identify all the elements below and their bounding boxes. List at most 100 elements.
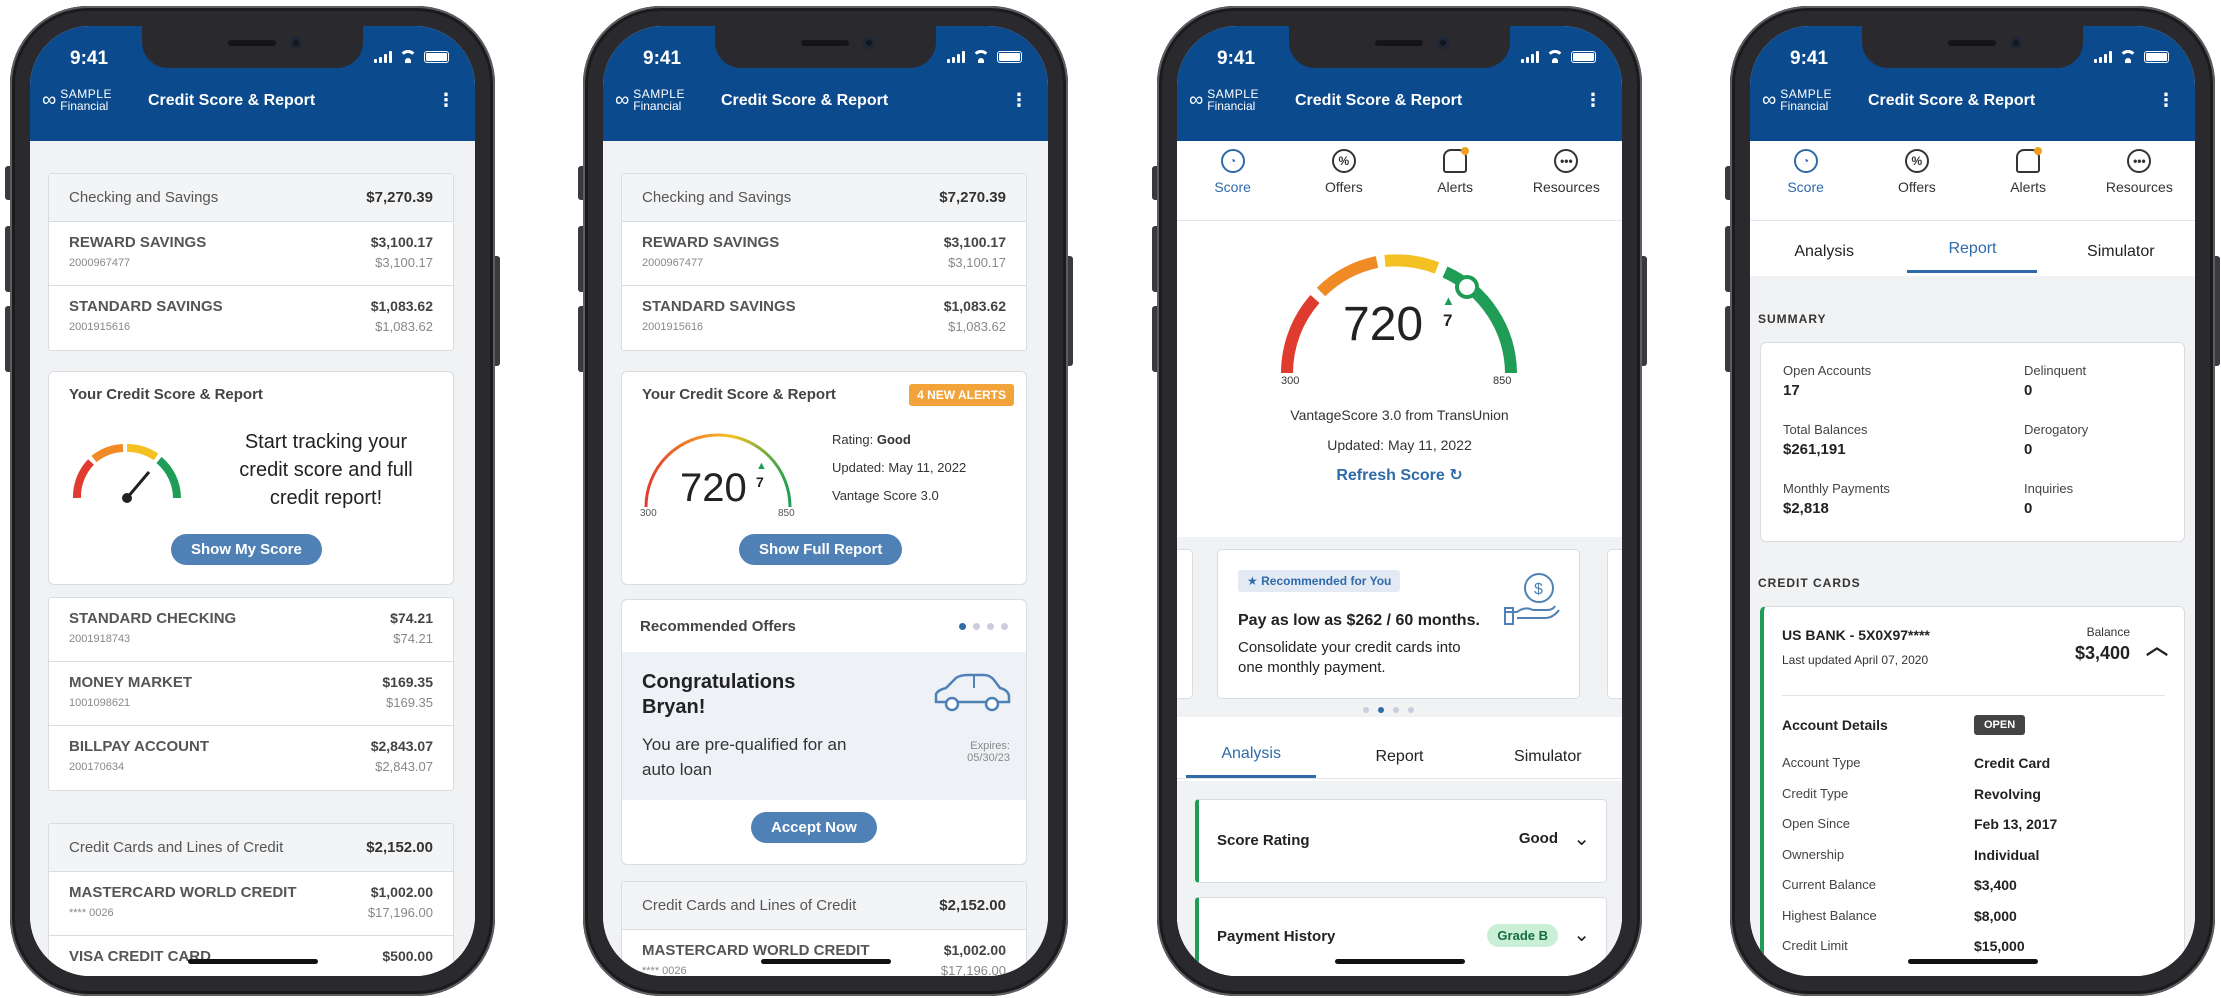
account-row[interactable]: REWARD SAVINGS 2000967477 $3,100.17 $3,100.… <box>49 222 453 286</box>
score-change: 7 <box>1443 311 1453 330</box>
recommended-card[interactable]: ★ Recommended for You Pay as low as $262… <box>1217 549 1580 699</box>
home-indicator[interactable] <box>1335 959 1465 964</box>
account-row[interactable]: MASTERCARD WORLD CREDIT **** 0026 $1,002.0… <box>49 872 453 936</box>
section-header[interactable]: Checking and Savings $7,270.39 <box>622 174 1026 222</box>
signal-icon <box>947 51 965 63</box>
account-row[interactable]: MONEY MARKET 1001098621 $169.35 $169.35 <box>49 662 453 726</box>
page-title: Credit Score & Report <box>1295 92 1463 109</box>
tab-simulator[interactable]: Simulator <box>2056 243 2186 273</box>
chevron-up-icon[interactable]: ︿ <box>2146 629 2168 661</box>
gauge-max: 850 <box>1493 375 1512 387</box>
phone-4: 9:41 ∞ SAMPLE Financial Credit Score & Rep… <box>1725 6 2220 996</box>
detail-row: Ownership Individual <box>1782 846 2040 863</box>
account-row[interactable]: MASTERCARD WORLD CREDIT **** 0026 $1,002.0… <box>622 930 1026 976</box>
refresh-icon: ↻ <box>1449 467 1463 484</box>
more-menu-icon[interactable]: ⋮ <box>2157 90 2175 111</box>
gauge-min: 300 <box>640 508 657 519</box>
credit-promo-card: Your Credit Score & Report Start trackin… <box>48 371 454 585</box>
signal-icon <box>1521 51 1539 63</box>
home-indicator[interactable] <box>188 959 318 964</box>
offers-card: Recommended Offers Congratulations Bryan… <box>621 599 1027 865</box>
account-row[interactable]: STANDARD CHECKING 2001918743 $74.21 $74.21 <box>49 598 453 662</box>
score-value: 720 <box>680 466 747 510</box>
tab-report[interactable]: Report <box>1907 240 2038 273</box>
more-menu-icon[interactable]: ⋮ <box>1584 90 1602 111</box>
tab-alerts[interactable]: Alerts <box>1978 141 2078 220</box>
detail-row: Current Balance $3,400 <box>1782 877 2017 893</box>
credit-summary-card[interactable]: Your Credit Score & Report 4 NEW ALERTS … <box>621 371 1027 585</box>
screen-accounts-score: 9:41 ∞ SAMPLE Financial Credit Score & Rep… <box>603 26 1048 976</box>
offer-body[interactable]: Congratulations Bryan! You are pre-quali… <box>622 652 1026 800</box>
status-time: 9:41 <box>643 48 682 69</box>
tab-alerts[interactable]: Alerts <box>1405 141 1505 220</box>
summary-item: Inquiries 0 <box>2024 481 2074 517</box>
battery-icon <box>1571 51 1596 63</box>
account-row[interactable]: VISA CREDIT CARD $500.00 <box>49 936 453 976</box>
carousel-dots[interactable] <box>959 622 1008 630</box>
nav-tabs: ◔ Score % Offers Alerts ••• Resources <box>1750 141 2195 221</box>
chevron-down-icon: ⌄ <box>1573 828 1590 850</box>
tab-analysis[interactable]: Analysis <box>1759 243 1889 273</box>
more-menu-icon[interactable]: ⋮ <box>1010 90 1028 111</box>
tab-offers[interactable]: % Offers <box>1294 141 1394 220</box>
more-menu-icon[interactable]: ⋮ <box>437 90 455 111</box>
accept-now-button[interactable]: Accept Now <box>751 812 877 843</box>
show-my-score-button[interactable]: Show My Score <box>171 534 322 565</box>
page-title: Credit Score & Report <box>721 92 889 109</box>
recommended-badge: ★ Recommended for You <box>1238 570 1401 592</box>
bell-icon <box>1443 147 1470 173</box>
carousel-dots[interactable] <box>1363 707 1414 713</box>
summary-item: Monthly Payments $2,818 <box>1783 481 1890 517</box>
score-rating-row[interactable]: Score Rating Good ⌄ <box>1195 799 1607 883</box>
gauge-icon <box>73 443 181 503</box>
tab-offers[interactable]: % Offers <box>1867 141 1967 220</box>
rating-line: Rating: Good <box>832 432 911 447</box>
score-source: VantageScore 3.0 from TransUnion <box>1290 407 1509 423</box>
money-hand-icon: $ <box>1504 573 1560 625</box>
brand-logo: ∞ SAMPLE Financial <box>42 87 112 113</box>
percent-icon: % <box>1904 149 1929 173</box>
section-header[interactable]: Credit Cards and Lines of Credit $2,152.0… <box>49 824 453 872</box>
status-icons <box>2094 50 2169 63</box>
wifi-icon <box>972 50 990 63</box>
offers-carousel: ★ Recommended for You Pay as low as $262… <box>1177 537 1622 717</box>
card-balance: $3,400 <box>2074 643 2130 663</box>
score-updated: Updated: May 11, 2022 <box>1327 437 1472 453</box>
tab-score[interactable]: ◔ Score <box>1756 141 1856 220</box>
tab-score[interactable]: ◔ Score <box>1183 141 1283 220</box>
report-tabs: Analysis Report Simulator <box>1750 221 2195 273</box>
checking-savings-card: Checking and Savings $7,270.39 REWARD SAV… <box>48 173 454 351</box>
home-indicator[interactable] <box>1908 959 2038 964</box>
account-row[interactable]: STANDARD SAVINGS 2001915616 $1,083.62 $1,08… <box>49 286 453 350</box>
summary-heading: SUMMARY <box>1758 312 1827 326</box>
score-value: 720 <box>1343 298 1424 351</box>
tab-resources[interactable]: ••• Resources <box>1516 141 1616 220</box>
grade-badge: Grade B <box>1487 924 1558 947</box>
account-row[interactable]: REWARD SAVINGS 2000967477 $3,100.17 $3,100.… <box>622 222 1026 286</box>
refresh-score-link[interactable]: Refresh Score ↻ <box>1177 465 1622 485</box>
account-row[interactable]: STANDARD SAVINGS 2001915616 $1,083.62 $1,08… <box>622 286 1026 350</box>
home-indicator[interactable] <box>761 959 891 964</box>
speedometer-icon: ◔ <box>1793 149 1818 173</box>
section-header[interactable]: Checking and Savings $7,270.39 <box>49 174 453 222</box>
gauge-min: 300 <box>1281 375 1300 387</box>
more-icon: ••• <box>2127 149 2152 173</box>
tab-analysis[interactable]: Analysis <box>1186 745 1317 778</box>
tab-resources[interactable]: ••• Resources <box>2089 141 2189 220</box>
offer-expiry: Expires: 05/30/23 <box>967 740 1010 764</box>
tab-simulator[interactable]: Simulator <box>1483 748 1613 778</box>
status-icons <box>1521 50 1596 63</box>
star-icon: ★ <box>1247 574 1258 588</box>
summary-item: Delinquent 0 <box>2024 363 2087 399</box>
tab-report[interactable]: Report <box>1334 748 1464 778</box>
recommended-headline: Pay as low as $262 / 60 months. <box>1238 612 1480 629</box>
alerts-badge[interactable]: 4 NEW ALERTS <box>909 384 1014 406</box>
chevron-down-icon: ⌄ <box>1573 924 1590 946</box>
nav-tabs: ◔ Score % Offers Alerts ••• Resources <box>1177 141 1622 221</box>
show-full-report-button[interactable]: Show Full Report <box>739 534 903 565</box>
more-icon: ••• <box>1554 149 1579 173</box>
wifi-icon <box>399 50 417 63</box>
account-row[interactable]: BILLPAY ACCOUNT 200170634 $2,843.07 $2,843.… <box>49 726 453 790</box>
payment-history-row[interactable]: Payment History Grade B ⌄ <box>1195 897 1607 976</box>
section-header[interactable]: Credit Cards and Lines of Credit $2,152.0… <box>622 882 1026 930</box>
